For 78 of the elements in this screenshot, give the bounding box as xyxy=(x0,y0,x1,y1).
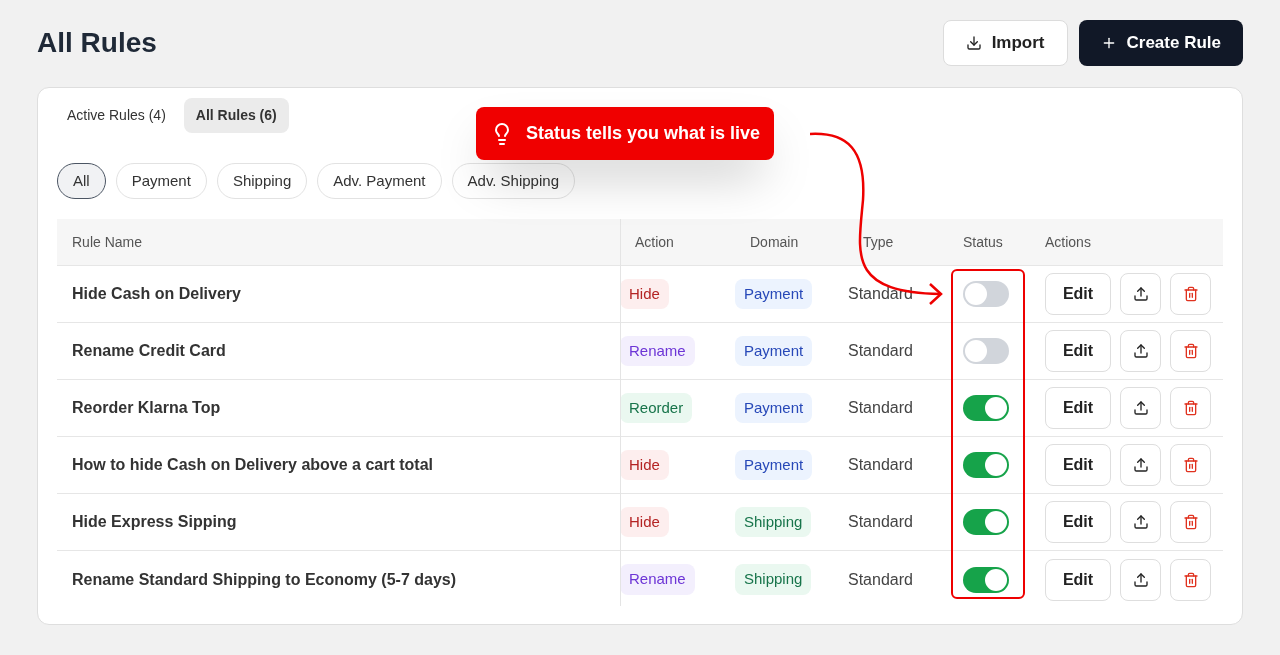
domain-tag: Shipping xyxy=(735,564,812,595)
type-text: Standard xyxy=(848,284,914,304)
create-rule-button[interactable]: Create Rule xyxy=(1078,20,1243,66)
action-tag: Hide xyxy=(620,278,669,310)
rule-name: Hide Cash on Delivery xyxy=(71,284,242,304)
type-text: Standard xyxy=(848,455,914,475)
domain-tag: Shipping xyxy=(735,506,812,538)
action-tag: Reorder xyxy=(620,392,693,424)
trash-icon xyxy=(1182,286,1199,302)
column-header: Type xyxy=(862,232,895,252)
tab[interactable]: All Rules (6) xyxy=(183,98,289,133)
upload-icon xyxy=(1132,286,1149,302)
rule-name: Rename Standard Shipping to Economy (5-7 days) xyxy=(71,569,458,590)
column-header: Status xyxy=(962,232,1004,252)
edit-button[interactable]: Edit xyxy=(1045,501,1111,543)
upload-icon xyxy=(1132,514,1149,530)
filter-chip[interactable]: Shipping xyxy=(216,163,308,199)
column-header: Domain xyxy=(749,232,800,252)
delete-button[interactable] xyxy=(1170,558,1211,601)
download-icon xyxy=(965,35,982,51)
column-header: Action xyxy=(634,232,675,252)
type-text: Standard xyxy=(848,341,914,361)
domain-tag: Payment xyxy=(735,335,813,367)
export-button[interactable] xyxy=(1120,330,1161,372)
delete-button[interactable] xyxy=(1170,501,1211,543)
action-tag: Hide xyxy=(620,506,669,538)
action-tag: Rename xyxy=(620,335,695,367)
upload-icon xyxy=(1132,457,1149,473)
filter-chip[interactable]: Payment xyxy=(115,163,207,199)
type-text: Standard xyxy=(848,569,914,590)
filter-chip[interactable]: All xyxy=(57,163,106,199)
trash-icon xyxy=(1182,343,1199,359)
rule-name: Reorder Klarna Top xyxy=(71,398,222,418)
edit-button[interactable]: Edit xyxy=(1045,387,1111,429)
page-title: All Rules xyxy=(37,26,157,60)
domain-tag: Payment xyxy=(735,392,813,424)
status-toggle[interactable] xyxy=(963,395,1009,421)
type-text: Standard xyxy=(848,512,914,532)
delete-button[interactable] xyxy=(1170,330,1211,372)
rule-name: How to hide Cash on Delivery above a cart total xyxy=(71,455,434,475)
status-toggle[interactable] xyxy=(963,281,1009,307)
status-toggle[interactable] xyxy=(963,566,1009,593)
trash-icon xyxy=(1182,571,1199,588)
type-text: Standard xyxy=(848,398,914,418)
tab[interactable]: Active Rules (4) xyxy=(55,98,178,133)
import-button[interactable]: Import xyxy=(942,20,1068,66)
delete-button[interactable] xyxy=(1170,444,1211,486)
edit-button[interactable]: Edit xyxy=(1045,444,1111,486)
trash-icon xyxy=(1182,514,1199,530)
delete-button[interactable] xyxy=(1170,273,1211,315)
export-button[interactable] xyxy=(1120,501,1161,543)
domain-tag: Payment xyxy=(735,278,813,310)
upload-icon xyxy=(1132,343,1149,359)
status-toggle[interactable] xyxy=(963,509,1009,535)
rule-name: Hide Express Sipping xyxy=(71,512,238,532)
domain-tag: Payment xyxy=(735,449,813,481)
trash-icon xyxy=(1182,457,1199,473)
export-button[interactable] xyxy=(1120,387,1161,429)
export-button[interactable] xyxy=(1120,444,1161,486)
status-toggle[interactable] xyxy=(963,452,1009,478)
callout-text: Status tells you what is live xyxy=(526,122,761,145)
export-button[interactable] xyxy=(1120,273,1161,315)
upload-icon xyxy=(1132,400,1149,416)
edit-button[interactable]: Edit xyxy=(1045,558,1111,601)
upload-icon xyxy=(1132,571,1149,588)
export-button[interactable] xyxy=(1120,558,1161,601)
edit-button[interactable]: Edit xyxy=(1045,330,1111,372)
filter-chip[interactable]: Adv. Payment xyxy=(317,163,442,199)
delete-button[interactable] xyxy=(1170,387,1211,429)
column-header: Actions xyxy=(1044,232,1092,252)
edit-button[interactable]: Edit xyxy=(1045,273,1111,315)
filter-chip[interactable]: Adv. Shipping xyxy=(451,163,575,199)
rule-name: Rename Credit Card xyxy=(71,341,227,361)
action-tag: Hide xyxy=(620,449,669,481)
status-toggle[interactable] xyxy=(963,338,1009,364)
action-tag: Rename xyxy=(620,564,695,595)
column-header: Rule Name xyxy=(71,232,144,252)
trash-icon xyxy=(1182,400,1199,416)
